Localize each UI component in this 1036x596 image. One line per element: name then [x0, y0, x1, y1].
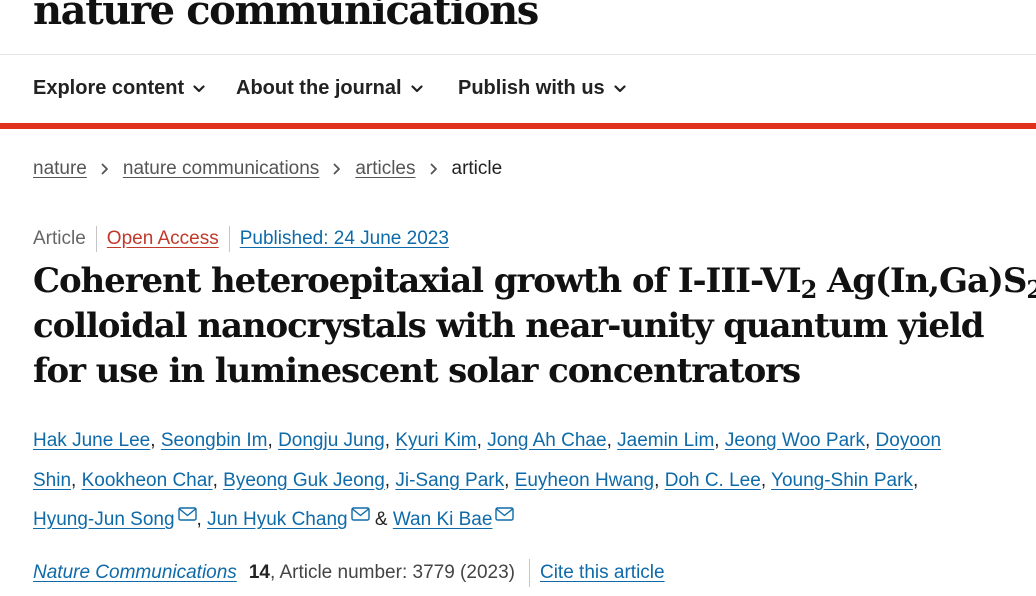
- open-access-link[interactable]: Open Access: [107, 228, 219, 250]
- nav-explore-content-label: Explore content: [33, 77, 185, 99]
- journal-name-link[interactable]: Nature Communications: [33, 562, 237, 584]
- chevron-right-icon: [101, 163, 108, 175]
- author-list: Hak June Lee, Seongbin Im, Dongju Jung, …: [33, 421, 1023, 540]
- title-text: Ag(In,Ga)S: [816, 261, 1028, 301]
- author-link[interactable]: Jeong Woo Park: [725, 430, 865, 451]
- email-icon[interactable]: [495, 507, 515, 521]
- author-link[interactable]: Seongbin Im: [161, 430, 268, 451]
- author-link[interactable]: Jong Ah Chae: [487, 430, 606, 451]
- author-link[interactable]: Young-Shin Park: [771, 470, 913, 491]
- author-link[interactable]: Euyheon Hwang: [515, 470, 654, 491]
- title-text: Coherent heteroepitaxial growth of I-III…: [33, 261, 802, 301]
- author-link[interactable]: Wan Ki Bae: [393, 509, 493, 530]
- breadcrumb-nature-communications[interactable]: nature communications: [123, 158, 319, 180]
- breadcrumb-articles[interactable]: articles: [355, 158, 415, 180]
- journal-volume: 14: [248, 562, 270, 583]
- article-number: , Article number: 3779 (2023): [269, 562, 515, 583]
- email-icon[interactable]: [177, 507, 197, 521]
- title-line-1: Coherent heteroepitaxial growth of I-III…: [33, 259, 1036, 304]
- title-subscript: 2: [1026, 275, 1036, 304]
- nav-publish-with-us-label: Publish with us: [458, 77, 605, 99]
- nav-accent-rule: [0, 123, 1036, 129]
- author-link[interactable]: Ji-Sang Park: [395, 470, 504, 491]
- article-type: Article: [33, 228, 86, 249]
- author-link[interactable]: Hyung-Jun Song: [33, 509, 175, 530]
- chevron-right-icon: [333, 163, 341, 175]
- email-icon[interactable]: [350, 507, 370, 521]
- author-link[interactable]: Byeong Guk Jeong: [223, 470, 385, 491]
- title-line-2: colloidal nanocrystals with near-unity q…: [33, 306, 985, 346]
- author-line: Shin, Kookheon Char, Byeong Guk Jeong, J…: [33, 469, 919, 491]
- chevron-down-icon: [410, 84, 423, 92]
- site-header: nature communications: [0, 0, 1036, 55]
- title-line-3: for use in luminescent solar concentrato…: [33, 351, 801, 391]
- breadcrumb-current: article: [451, 158, 503, 179]
- article-meta: Article Open Access Published: 24 June 2…: [33, 226, 449, 252]
- author-link[interactable]: Kookheon Char: [82, 470, 213, 491]
- site-logo[interactable]: nature communications: [33, 0, 539, 38]
- author-link[interactable]: Jaemin Lim: [617, 430, 714, 451]
- author-line: Hak June Lee, Seongbin Im, Dongju Jung, …: [33, 430, 942, 451]
- meta-divider: [95, 226, 97, 252]
- nav-explore-content[interactable]: Explore content: [33, 77, 205, 100]
- author-link[interactable]: Kyuri Kim: [395, 430, 476, 451]
- nav-about-journal[interactable]: About the journal: [236, 77, 423, 100]
- author-link[interactable]: Dongju Jung: [278, 430, 385, 451]
- title-subscript: 2: [800, 275, 818, 304]
- nav-about-journal-label: About the journal: [236, 77, 402, 99]
- chevron-right-icon: [430, 163, 437, 175]
- chevron-down-icon: [193, 84, 205, 92]
- breadcrumb: nature nature communications articles ar…: [33, 157, 502, 181]
- author-link[interactable]: Hak June Lee: [33, 430, 150, 451]
- article-title: Coherent heteroepitaxial growth of I-III…: [33, 259, 1036, 394]
- author-link[interactable]: Jun Hyuk Chang: [207, 509, 347, 530]
- author-link[interactable]: Doyoon: [876, 430, 942, 451]
- author-link[interactable]: Doh C. Lee: [665, 470, 761, 491]
- author-line: Hyung-Jun Song, Jun Hyuk Chang & Wan Ki …: [33, 500, 1023, 540]
- chevron-down-icon: [614, 84, 626, 92]
- breadcrumb-nature[interactable]: nature: [33, 158, 87, 180]
- nav-publish-with-us[interactable]: Publish with us: [458, 77, 626, 100]
- meta-divider: [228, 226, 230, 252]
- citation-divider: [528, 559, 530, 587]
- cite-this-article-link[interactable]: Cite this article: [540, 562, 665, 584]
- author-link[interactable]: Shin: [33, 470, 71, 491]
- published-date-link[interactable]: Published: 24 June 2023: [240, 228, 449, 250]
- main-nav: Explore content About the journal Publis…: [0, 55, 1036, 123]
- citation-line: Nature Communications 14 , Article numbe…: [33, 559, 665, 587]
